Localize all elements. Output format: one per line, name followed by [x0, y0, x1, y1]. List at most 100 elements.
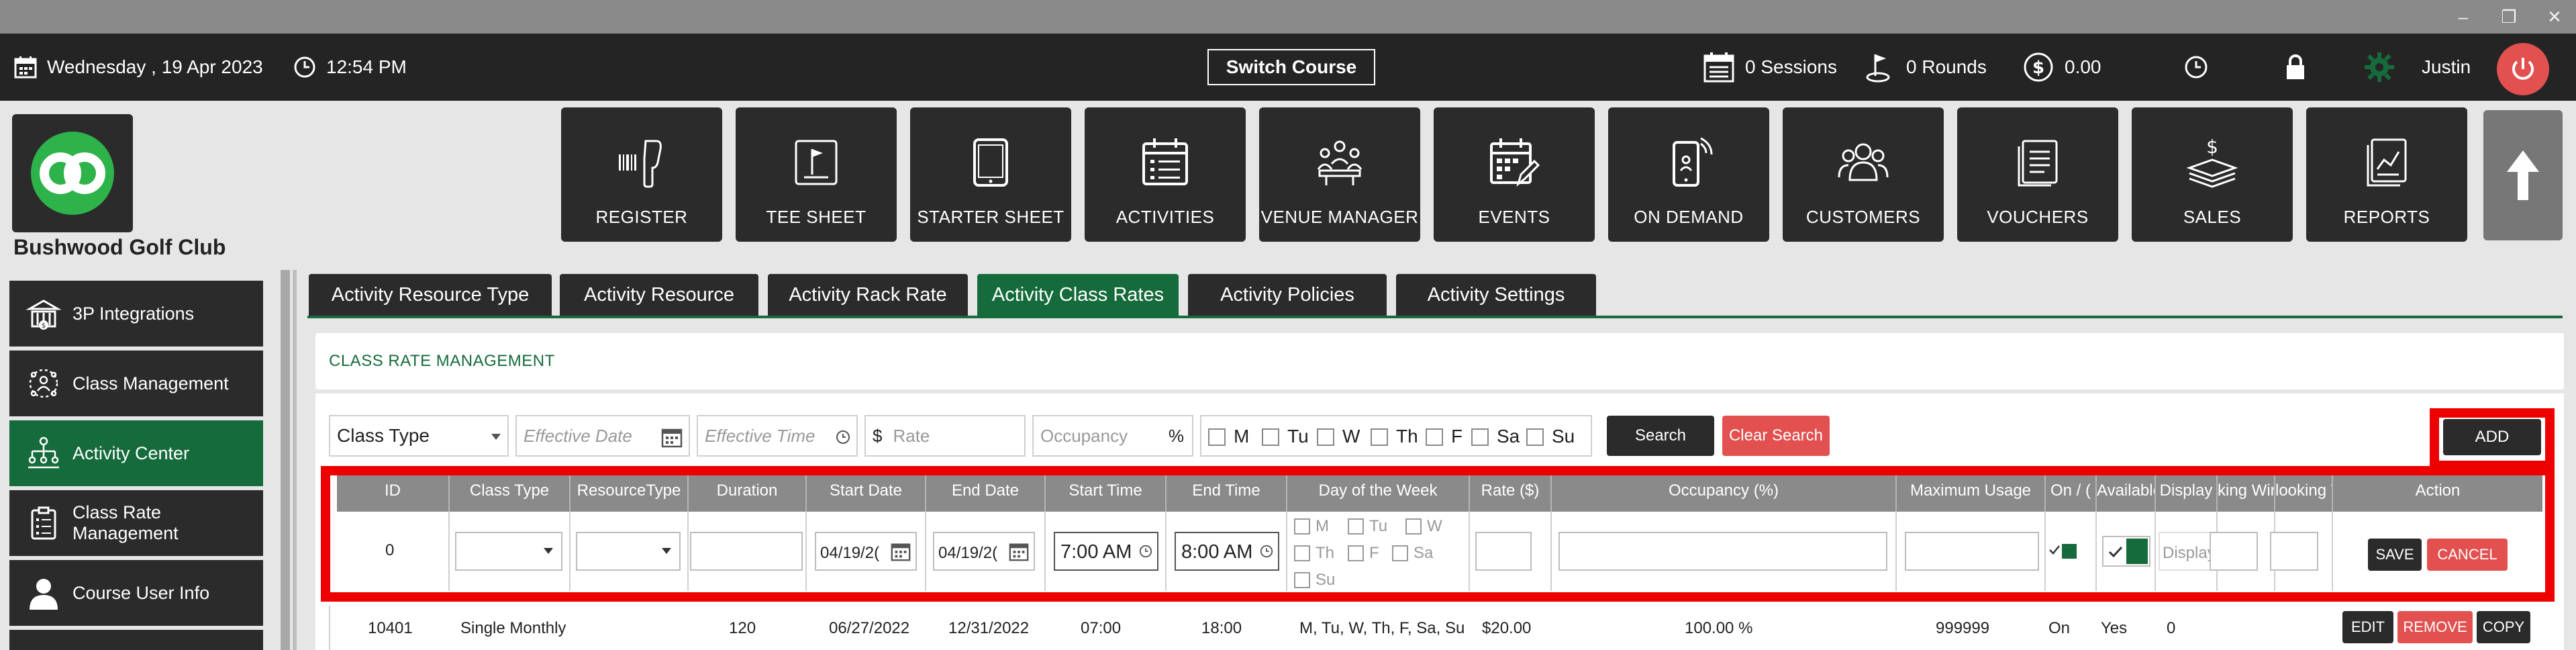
sessions-calendar-icon	[1703, 52, 1734, 83]
customers-icon	[1838, 143, 1889, 181]
sidebar-item-activity-center[interactable]: Activity Center	[9, 420, 263, 486]
day-label: Su	[1552, 426, 1575, 447]
main-area: Bushwood Golf Club REGISTER TEE SHEET ST…	[0, 101, 2576, 650]
sidebar-item-3p-integrations[interactable]: $ 3P Integrations	[9, 281, 263, 346]
module-label: VENUE MANAGER	[1260, 207, 1419, 227]
module-label: CUSTOMERS	[1805, 207, 1921, 227]
effective-date-input[interactable]: Effective Date	[515, 415, 690, 457]
day-checkbox-w[interactable]	[1317, 428, 1334, 446]
row-display: 0	[2167, 619, 2176, 637]
tab-underline	[307, 316, 2563, 318]
sidebar: $ 3P Integrations Class Management Activ…	[0, 269, 282, 650]
collapse-menu-button[interactable]	[2483, 110, 2563, 240]
org-chart-icon	[28, 436, 59, 469]
switch-course-button[interactable]: Switch Course	[1207, 49, 1375, 85]
calendar-icon	[14, 56, 37, 79]
chevron-down-icon	[491, 434, 501, 440]
sidebar-item-label: Class Management	[72, 373, 229, 393]
row-end-date: 12/31/2022	[948, 619, 1030, 637]
day-checkbox-sa[interactable]	[1471, 428, 1489, 446]
module-reports[interactable]: REPORTS	[2306, 107, 2467, 242]
day-label: Th	[1396, 426, 1418, 447]
rate-prefix: $	[873, 425, 883, 446]
day-checkbox-f[interactable]	[1426, 428, 1443, 446]
module-vouchers[interactable]: VOUCHERS	[1957, 107, 2118, 242]
module-label: VOUCHERS	[1987, 207, 2089, 227]
panel-divider	[293, 270, 297, 650]
row-on-off: On	[2048, 619, 2071, 637]
effective-time-input[interactable]: Effective Time	[697, 415, 858, 457]
phone-signal-icon	[1673, 137, 1713, 187]
row-start-time: 07:00	[1081, 619, 1122, 637]
sidebar-item-partial[interactable]	[9, 630, 263, 650]
module-customers[interactable]: CUSTOMERS	[1783, 107, 1944, 242]
events-calendar-icon	[1490, 138, 1540, 187]
restore-icon[interactable]: ❐	[2495, 5, 2522, 28]
day-label: Sa	[1497, 426, 1520, 447]
current-date: Wednesday , 19 Apr 2023	[47, 56, 263, 77]
user-name[interactable]: Justin	[2422, 34, 2471, 101]
power-button[interactable]	[2497, 43, 2549, 95]
sessions-display[interactable]: 0 Sessions	[1702, 34, 1837, 101]
vouchers-icon	[2018, 140, 2058, 187]
balance-amount: 0.00	[2065, 56, 2101, 77]
copy-button[interactable]: COPY	[2477, 611, 2530, 643]
class-type-select[interactable]: Class Type	[329, 415, 509, 457]
close-icon[interactable]: ✕	[2541, 5, 2568, 28]
club-logo-icon	[31, 132, 114, 215]
add-button[interactable]: ADD	[2443, 419, 2541, 455]
occupancy-placeholder: Occupancy	[1040, 425, 1128, 446]
table-row[interactable]: 10401 Single Monthly 120 06/27/2022 12/3…	[329, 606, 2544, 650]
balance-display[interactable]: $ 0.00	[2022, 34, 2101, 101]
lock-button[interactable]	[2283, 34, 2317, 101]
occupancy-suffix: %	[1168, 425, 1184, 446]
clock-icon[interactable]	[835, 429, 851, 445]
top-header: Wednesday , 19 Apr 2023 12:54 PM Switch …	[0, 34, 2576, 101]
minimize-icon[interactable]: –	[2450, 5, 2477, 28]
day-label: Tu	[1287, 426, 1309, 447]
tab-activity-resource-type[interactable]: Activity Resource Type	[309, 274, 552, 316]
module-events[interactable]: EVENTS	[1434, 107, 1595, 242]
tab-activity-policies[interactable]: Activity Policies	[1188, 274, 1387, 316]
search-button[interactable]: Search	[1607, 416, 1714, 456]
sidebar-scroll-thumb[interactable]	[281, 270, 290, 650]
tab-activity-resource[interactable]: Activity Resource	[560, 274, 758, 316]
module-on-demand[interactable]: ON DEMAND	[1608, 107, 1769, 242]
module-sales[interactable]: $ SALES	[2132, 107, 2293, 242]
day-label: W	[1342, 426, 1360, 447]
settings-button[interactable]	[2363, 34, 2406, 101]
register-icon	[619, 140, 662, 188]
day-checkbox-m[interactable]	[1208, 428, 1226, 446]
sidebar-item-course-user-info[interactable]: Course User Info	[9, 560, 263, 626]
golf-flag-icon	[1866, 54, 1890, 83]
sidebar-item-class-management[interactable]: Class Management	[9, 351, 263, 416]
day-checkbox-su[interactable]	[1526, 428, 1544, 446]
rounds-display[interactable]: 0 Rounds	[1863, 34, 1987, 101]
class-type-value: Class Type	[337, 425, 430, 446]
module-starter-sheet[interactable]: STARTER SHEET	[910, 107, 1071, 242]
calendar-icon[interactable]	[660, 426, 683, 449]
tab-activity-settings[interactable]: Activity Settings	[1396, 274, 1596, 316]
day-checkbox-tu[interactable]	[1262, 428, 1279, 446]
effective-time-placeholder: Effective Time	[705, 425, 815, 446]
day-checkbox-th[interactable]	[1371, 428, 1388, 446]
rate-input[interactable]: $ Rate	[864, 415, 1026, 457]
tab-activity-rack-rate[interactable]: Activity Rack Rate	[768, 274, 968, 316]
clear-search-button[interactable]: Clear Search	[1722, 416, 1830, 456]
module-label: REPORTS	[2343, 207, 2430, 227]
occupancy-input[interactable]: Occupancy %	[1032, 415, 1193, 457]
module-tee-sheet[interactable]: TEE SHEET	[736, 107, 897, 242]
remove-button[interactable]: REMOVE	[2397, 611, 2473, 643]
venue-icon	[1317, 140, 1363, 185]
history-button[interactable]	[2183, 34, 2219, 101]
module-register[interactable]: REGISTER	[561, 107, 722, 242]
edit-button[interactable]: EDIT	[2342, 611, 2393, 643]
module-venue-manager[interactable]: VENUE MANAGER	[1259, 107, 1420, 242]
tab-activity-class-rates[interactable]: Activity Class Rates	[977, 274, 1179, 316]
module-label: SALES	[2183, 207, 2242, 227]
sidebar-scrollbar[interactable]	[281, 270, 290, 650]
module-activities[interactable]: ACTIVITIES	[1085, 107, 1246, 242]
module-label: ACTIVITIES	[1116, 207, 1215, 227]
sidebar-item-class-rate-management[interactable]: Class Rate Management	[9, 490, 263, 556]
rate-placeholder: Rate	[893, 425, 930, 446]
